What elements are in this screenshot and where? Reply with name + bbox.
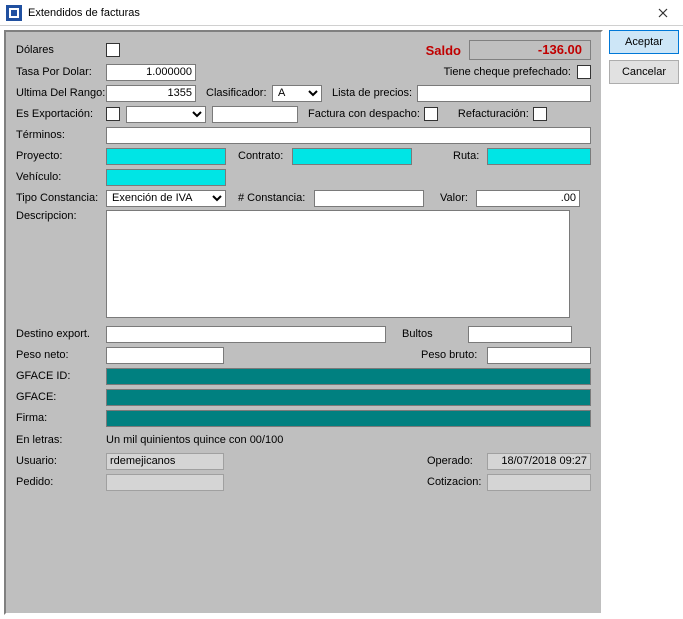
label-contrato: Contrato: (238, 150, 292, 162)
cotizacion-field (487, 474, 591, 491)
label-tipo-const: Tipo Constancia: (16, 192, 106, 204)
label-usuario: Usuario: (16, 455, 106, 467)
label-operado: Operado: (427, 455, 487, 467)
titlebar: Extendidos de facturas (0, 0, 683, 26)
label-vehiculo: Vehículo: (16, 171, 106, 183)
label-terminos: Términos: (16, 129, 106, 141)
label-fact-despacho: Factura con despacho: (308, 108, 420, 120)
refacturacion-checkbox[interactable] (533, 107, 547, 121)
label-bultos: Bultos (402, 328, 468, 340)
accept-button[interactable]: Aceptar (609, 30, 679, 54)
en-letras-value: Un mil quinientos quince con 00/100 (106, 434, 283, 446)
label-proyecto: Proyecto: (16, 150, 106, 162)
cheque-pref-checkbox[interactable] (577, 65, 591, 79)
label-ultima-rango: Ultima Del Rango: (16, 87, 106, 99)
exportacion-checkbox[interactable] (106, 107, 120, 121)
label-exportacion: Es Exportación: (16, 108, 106, 120)
bultos-field[interactable] (468, 326, 572, 343)
label-peso-bruto: Peso bruto: (421, 349, 487, 361)
peso-neto-field[interactable] (106, 347, 224, 364)
label-refacturacion: Refacturación: (458, 108, 529, 120)
lista-precios-field[interactable] (417, 85, 591, 102)
form-panel: Dólares Saldo -136.00 Tasa Por Dolar: Ti… (4, 30, 603, 615)
label-peso-neto: Peso neto: (16, 349, 106, 361)
action-buttons: Aceptar Cancelar (609, 30, 679, 615)
ultima-rango-field[interactable] (106, 85, 196, 102)
tasa-field[interactable] (106, 64, 196, 81)
factura-despacho-checkbox[interactable] (424, 107, 438, 121)
label-destino: Destino export. (16, 328, 106, 340)
label-ruta: Ruta: (453, 150, 487, 162)
peso-bruto-field[interactable] (487, 347, 591, 364)
label-firma: Firma: (16, 412, 106, 424)
gface-field[interactable] (106, 389, 591, 406)
label-dolares: Dólares (16, 44, 106, 56)
label-num-const: # Constancia: (238, 192, 314, 204)
close-button[interactable] (643, 0, 683, 26)
pedido-field (106, 474, 224, 491)
label-gface: GFACE: (16, 391, 106, 403)
descripcion-field[interactable] (106, 210, 570, 318)
operado-field (487, 453, 591, 470)
label-tasa: Tasa Por Dolar: (16, 66, 106, 78)
proyecto-field[interactable] (106, 148, 226, 165)
clasificador-select[interactable]: A (272, 85, 322, 102)
gface-id-field[interactable] (106, 368, 591, 385)
app-icon (6, 5, 22, 21)
dolares-checkbox[interactable] (106, 43, 120, 57)
label-cotizacion: Cotizacion: (427, 476, 487, 488)
label-pedido: Pedido: (16, 476, 106, 488)
label-en-letras: En letras: (16, 434, 106, 446)
terminos-field[interactable] (106, 127, 591, 144)
firma-field[interactable] (106, 410, 591, 427)
label-descripcion: Descripcion: (16, 210, 106, 222)
usuario-field (106, 453, 224, 470)
cancel-button[interactable]: Cancelar (609, 60, 679, 84)
ruta-field[interactable] (487, 148, 591, 165)
destino-field[interactable] (106, 326, 386, 343)
label-lista-precios: Lista de precios: (332, 87, 417, 99)
num-constancia-field[interactable] (314, 190, 424, 207)
label-clasificador: Clasificador: (206, 87, 272, 99)
exportacion-extra[interactable] (212, 106, 298, 123)
vehiculo-field[interactable] (106, 169, 226, 186)
tipo-constancia-select[interactable]: Exención de IVA (106, 190, 226, 207)
label-gface-id: GFACE ID: (16, 370, 106, 382)
label-saldo: Saldo (426, 43, 461, 58)
window-title: Extendidos de facturas (28, 7, 643, 19)
saldo-value: -136.00 (469, 40, 591, 60)
label-valor: Valor: (440, 192, 476, 204)
valor-field[interactable] (476, 190, 580, 207)
exportacion-select[interactable] (126, 106, 206, 123)
label-cheque-pref: Tiene cheque prefechado: (444, 66, 571, 78)
contrato-field[interactable] (292, 148, 412, 165)
